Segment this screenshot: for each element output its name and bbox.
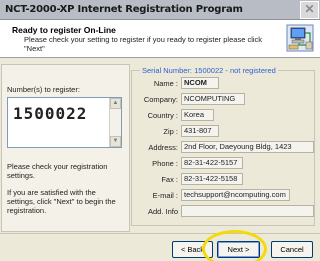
header-description: Please check your setting to register if… — [24, 35, 263, 53]
scrollbar[interactable]: ▲ ▼ — [109, 98, 121, 147]
wizard-header: Ready to register On-Line Please check y… — [0, 20, 320, 58]
number-list[interactable]: 1500022 ▲ ▼ — [7, 97, 122, 148]
email-field[interactable]: techsupport@ncomputing.com — [181, 189, 290, 201]
cancel-button[interactable]: Cancel — [271, 241, 313, 258]
country-label: Country : — [147, 111, 178, 120]
phone-label: Phone : — [152, 159, 178, 168]
zip-field[interactable]: 431-807 — [181, 125, 219, 137]
highlight-circle — [202, 230, 267, 261]
computer-network-icon — [286, 24, 314, 52]
title-bar: NCT-2000-XP Internet Registration Progra… — [0, 0, 320, 20]
satisfied-text: If you are satisfied with the settings, … — [7, 188, 116, 215]
zip-label: Zip : — [163, 127, 178, 136]
scroll-up-icon[interactable]: ▲ — [110, 98, 121, 109]
scroll-down-icon[interactable]: ▼ — [110, 136, 121, 147]
address-field[interactable]: 2nd Floor, Daeyoung Bldg, 1423 — [181, 141, 314, 153]
fax-label: Fax : — [161, 175, 178, 184]
address-label: Address: — [148, 143, 178, 152]
add-info-field[interactable] — [181, 205, 314, 217]
close-icon[interactable]: ✕ — [300, 1, 319, 19]
header-title: Ready to register On-Line — [12, 25, 116, 35]
name-label: Name : — [153, 79, 178, 88]
serial-legend: Serial Number: 1500022 - not registered — [140, 66, 278, 75]
number-list-item[interactable]: 1500022 — [13, 104, 87, 123]
registration-window: NCT-2000-XP Internet Registration Progra… — [0, 0, 320, 261]
company-label: Company: — [143, 95, 178, 104]
company-field[interactable]: NCOMPUTING — [181, 93, 245, 105]
email-label: E-mail : — [152, 191, 178, 200]
left-panel: Number(s) to register: 1500022 ▲ ▼ Pleas… — [1, 64, 130, 232]
country-field[interactable]: Korea — [181, 109, 214, 121]
phone-field[interactable]: 82-31-422-5157 — [181, 157, 243, 169]
name-field[interactable]: NCOM — [181, 77, 219, 89]
fax-field[interactable]: 82-31-422-5158 — [181, 173, 243, 185]
serial-number-group: Serial Number: 1500022 - not registered … — [131, 66, 315, 226]
check-settings-text: Please check your registration settings. — [7, 162, 108, 180]
window-title: NCT-2000-XP Internet Registration Progra… — [5, 4, 243, 15]
add-info-label: Add. Info — [147, 207, 178, 216]
numbers-label: Number(s) to register: — [7, 85, 80, 94]
footer-divider — [0, 233, 320, 234]
